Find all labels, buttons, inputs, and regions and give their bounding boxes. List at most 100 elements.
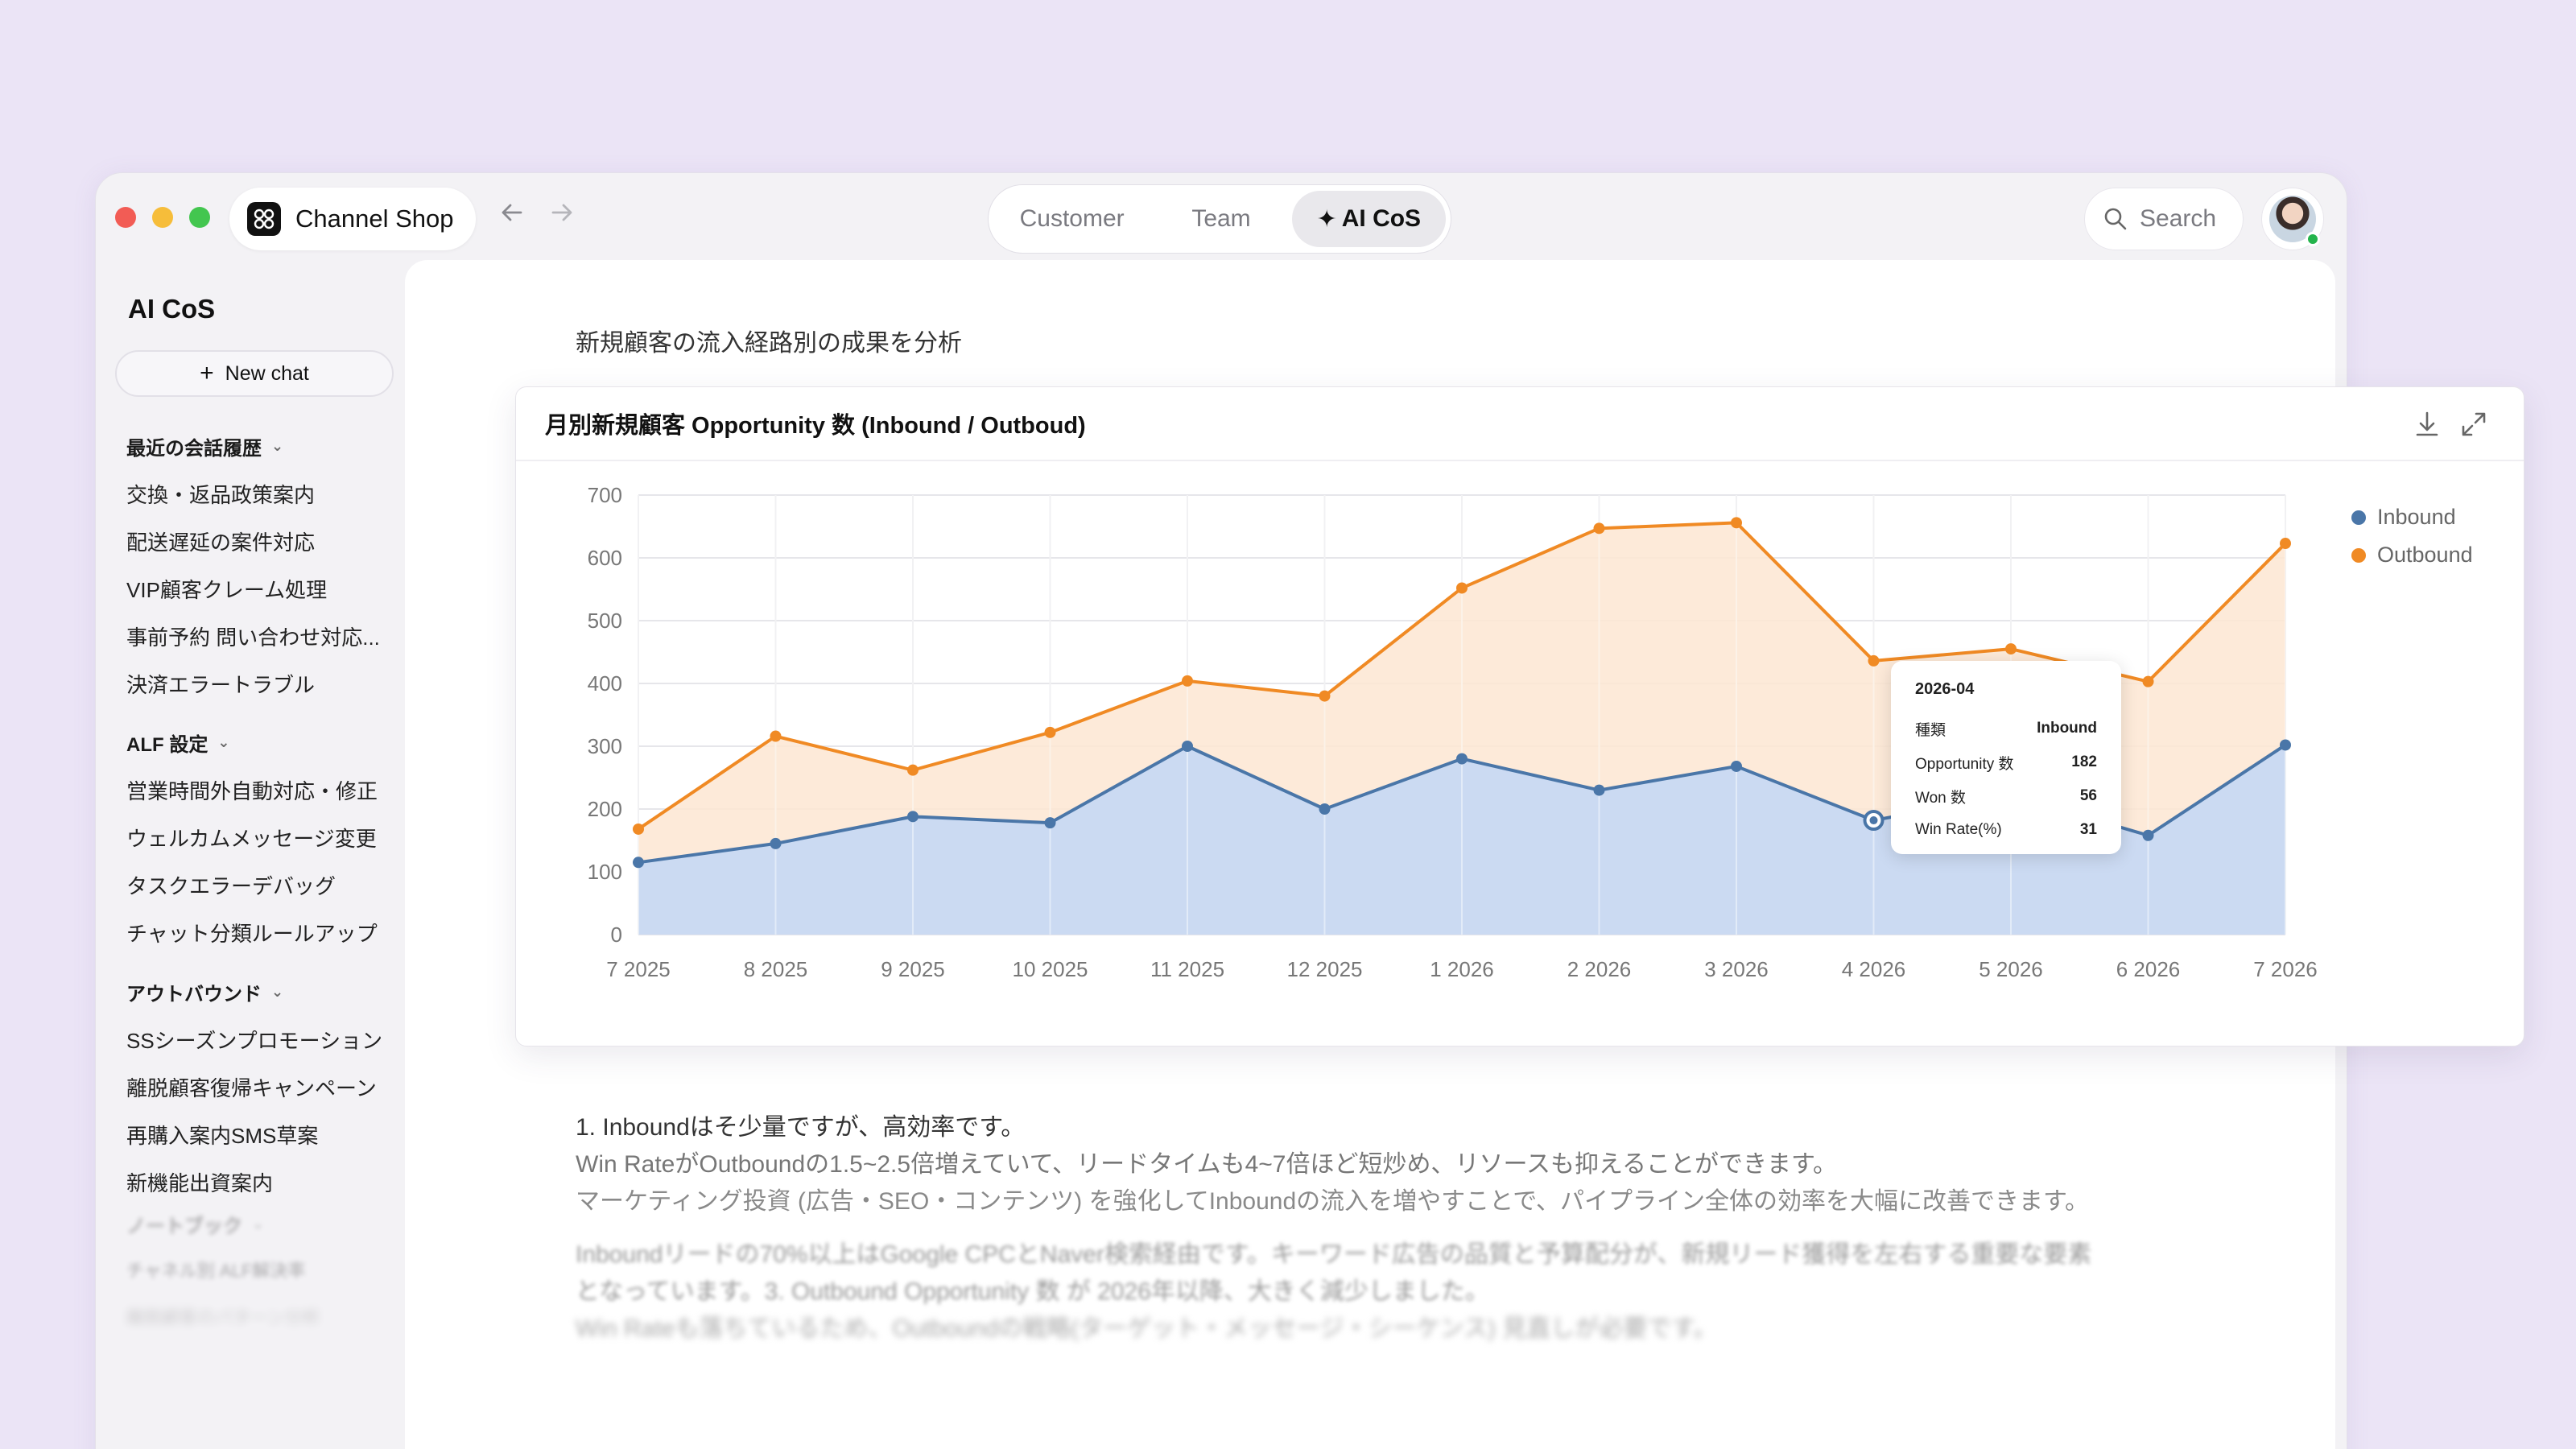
data-point (1044, 817, 1056, 829)
sidebar-item[interactable]: SSシーズンプロモーション (126, 1025, 382, 1055)
data-point (770, 730, 782, 742)
sidebar-section-notebook[interactable]: ノートブック ⌄ (126, 1210, 264, 1238)
data-point (1182, 675, 1193, 687)
x-tick-label: 7 2025 (606, 957, 671, 981)
online-status-dot (2306, 232, 2320, 246)
section-label: ノートブック (126, 1216, 242, 1237)
x-tick-label: 1 2026 (1430, 957, 1494, 981)
sidebar-item[interactable]: 営業時間外自動対応・修正 (126, 775, 378, 805)
answer-line: Win Rateも落ちているため、Outboundの戦略(ターゲット・メッセージ… (576, 1315, 1718, 1342)
back-arrow-icon[interactable] (498, 197, 526, 236)
data-point (1044, 726, 1056, 738)
chart-header: 月別新規顧客 Opportunity 数 (Inbound / Outboud) (516, 387, 2524, 461)
sidebar-item[interactable]: VIP顧客クレーム処理 (126, 574, 327, 604)
data-point (1868, 654, 1880, 667)
sidebar-item[interactable]: タスクエラーデバッグ (126, 870, 336, 900)
maximize-window-button[interactable] (189, 207, 210, 228)
sidebar-item[interactable]: ウェルカムメッセージ変更 (126, 823, 377, 852)
sidebar-item[interactable]: 離脱顧客のパターン分析 (126, 1303, 320, 1329)
search-label: Search (2140, 205, 2217, 232)
sidebar: AI CoS + New chat 最近の会話履歴 ⌄ 交換・返品政策案内 配送… (107, 260, 400, 1449)
tooltip-value: 31 (2079, 821, 2097, 838)
y-tick-label: 300 (588, 734, 622, 758)
tooltip-label: Opportunity 数 (1915, 755, 2014, 773)
minimize-window-button[interactable] (152, 207, 173, 228)
tab-customer[interactable]: Customer (993, 191, 1150, 247)
sidebar-section-recent[interactable]: 最近の会話履歴 ⌄ (126, 432, 283, 460)
sidebar-item[interactable]: 決済エラートラブル (126, 669, 315, 699)
x-tick-label: 3 2026 (1704, 957, 1769, 981)
tab-ai-cos-label: AI CoS (1341, 205, 1422, 232)
sidebar-section-outbound[interactable]: アウトバウンド ⌄ (126, 978, 283, 1006)
sidebar-section-alf[interactable]: ALF 設定 ⌄ (126, 729, 229, 757)
answer-line: 1. Inboundはそ少量ですが、高効率です。 (576, 1114, 1026, 1141)
chevron-down-icon: ⌄ (217, 734, 230, 750)
sidebar-item[interactable]: 配送遅延の案件対応 (126, 526, 315, 556)
data-point (907, 811, 919, 823)
data-point (1319, 690, 1331, 702)
x-tick-label: 2 2026 (1567, 957, 1632, 981)
app-switcher[interactable]: Channel Shop (229, 188, 476, 250)
chart-tooltip: 2026-04 種類 Inbound Opportunity 数 182 Won… (1891, 661, 2121, 854)
forward-arrow-icon[interactable] (548, 197, 576, 236)
chart-title: 月別新規顧客 Opportunity 数 (Inbound / Outboud) (545, 413, 1086, 439)
answer-line: マーケティング投資 (広告・SEO・コンテンツ) を強化してInboundの流入… (576, 1188, 2090, 1215)
y-tick-label: 700 (588, 483, 622, 507)
data-point-highlighted-core (1869, 816, 1878, 825)
user-avatar-button[interactable] (2261, 188, 2324, 250)
data-point (770, 837, 782, 849)
answer-line: Win RateがOutboundの1.5~2.5倍増えていて、リードタイムも4… (576, 1151, 1838, 1178)
sidebar-item[interactable]: 交換・返品政策案内 (126, 479, 315, 509)
y-tick-label: 400 (588, 671, 622, 696)
tooltip-row: Won 数 56 (1915, 779, 2097, 813)
x-tick-label: 9 2025 (881, 957, 945, 981)
data-point (2005, 643, 2017, 655)
data-point (633, 857, 644, 869)
area-chart: 0 100 200 300 400 500 600 700 7 2025 8 2025 9 2025… (588, 483, 2318, 981)
x-tick-label: 5 2026 (1979, 957, 2043, 981)
close-window-button[interactable] (115, 207, 136, 228)
data-point (1731, 760, 1742, 772)
channel-logo-icon (247, 202, 281, 236)
sidebar-title: AI CoS (128, 294, 216, 324)
title-bar: Channel Shop Customer Team ✦ AI CoS Sear… (96, 173, 2347, 260)
main-tabs: Customer Team ✦ AI CoS (988, 184, 1451, 254)
x-tick-label: 4 2026 (1842, 957, 1906, 981)
legend-item-inbound[interactable]: Inbound (2351, 505, 2456, 530)
x-tick-label: 6 2026 (2116, 957, 2181, 981)
expand-icon[interactable] (2458, 408, 2490, 440)
tab-ai-cos[interactable]: ✦ AI CoS (1291, 191, 1446, 247)
app-title: Channel Shop (295, 204, 454, 233)
section-label: アウトバウンド (126, 984, 262, 1005)
sidebar-item[interactable]: 再購入案内SMS草案 (126, 1120, 318, 1150)
tooltip-value: Inbound (2037, 720, 2097, 737)
answer-line: となっています。3. Outbound Opportunity 数 が 2026… (576, 1278, 1489, 1305)
new-chat-button[interactable]: + New chat (115, 350, 394, 397)
chevron-down-icon: ⌄ (252, 1216, 265, 1232)
x-tick-label: 10 2025 (1013, 957, 1088, 981)
chart-area: 0 100 200 300 400 500 600 700 7 2025 8 2025 9 2025… (516, 463, 2525, 1046)
tooltip-row: Opportunity 数 182 (1915, 745, 2097, 779)
legend-dot (2351, 547, 2366, 563)
download-icon[interactable] (2411, 408, 2443, 440)
sidebar-item[interactable]: 新機能出資案内 (126, 1167, 273, 1197)
data-point (1731, 517, 1742, 529)
tooltip-value: 182 (2071, 753, 2097, 770)
legend-item-outbound[interactable]: Outbound (2351, 543, 2473, 568)
sidebar-item[interactable]: 離脱顧客復帰キャンペーン (126, 1072, 377, 1102)
sidebar-item[interactable]: チャネル別 ALF解決率 (126, 1257, 305, 1282)
data-point (1456, 582, 1468, 594)
x-tick-label: 12 2025 (1287, 957, 1363, 981)
tooltip-label: 種類 (1915, 721, 1946, 739)
data-point (907, 764, 919, 776)
sidebar-item[interactable]: チャット分類ルールアップ (126, 918, 378, 947)
tooltip-label: Won 数 (1915, 789, 1967, 807)
y-tick-label: 500 (588, 609, 622, 633)
search-button[interactable]: Search (2084, 188, 2244, 250)
tab-team[interactable]: Team (1150, 191, 1291, 247)
data-point (633, 823, 644, 835)
tooltip-title: 2026-04 (1915, 680, 1975, 698)
data-point (1456, 753, 1468, 765)
sidebar-item[interactable]: 事前予約 問い合わせ対応... (126, 621, 380, 651)
chevron-down-icon: ⌄ (271, 438, 284, 454)
